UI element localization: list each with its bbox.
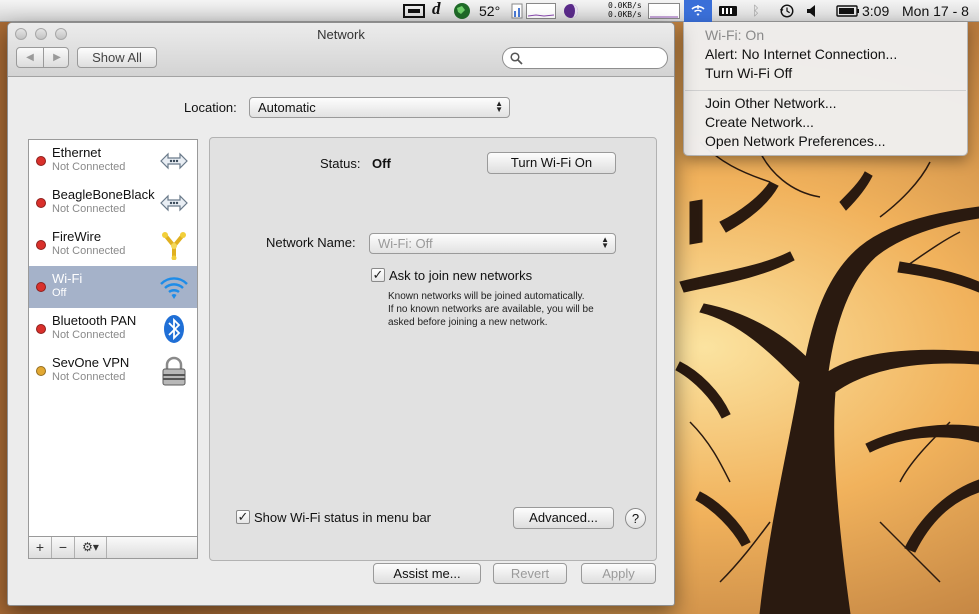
clock-date[interactable]: Mon 17 - 8 — [902, 2, 969, 20]
dictionary-icon[interactable]: d — [432, 0, 441, 18]
alert-no-internet-item[interactable]: Alert: No Internet Connection... — [705, 46, 897, 62]
advanced-button[interactable]: Advanced... — [513, 507, 614, 529]
wifi-icon — [691, 5, 705, 16]
gear-menu-button[interactable]: ⚙▾ — [75, 537, 107, 558]
show-all-button[interactable]: Show All — [77, 47, 157, 68]
service-status: Not Connected — [52, 371, 126, 383]
join-other-network-item[interactable]: Join Other Network... — [705, 95, 837, 111]
add-service-button[interactable]: + — [29, 537, 52, 558]
ethernet-icon — [160, 152, 188, 170]
ask-to-join-note-2: If no known networks are available, you … — [388, 304, 594, 315]
ethernet-icon — [160, 194, 188, 212]
service-item-firewire[interactable]: FireWire Not Connected — [29, 224, 197, 266]
service-name: FireWire — [52, 229, 102, 244]
network-download-speed: 0.0KB/s — [608, 10, 642, 19]
time-machine-icon[interactable] — [778, 3, 796, 19]
create-network-item[interactable]: Create Network... — [705, 114, 814, 130]
search-icon — [510, 52, 523, 65]
help-button[interactable]: ? — [625, 508, 646, 529]
network-preferences-window: Network ◀ ▶ Show All Location: Automatic… — [7, 22, 675, 606]
wifi-dropdown-menu: Wi-Fi: On Alert: No Internet Connection.… — [683, 22, 968, 156]
turn-wifi-on-button[interactable]: Turn Wi-Fi On — [487, 152, 616, 174]
search-field[interactable] — [502, 47, 668, 69]
apply-button[interactable]: Apply — [581, 563, 656, 584]
ask-to-join-checkbox[interactable]: ✓ — [371, 268, 385, 282]
show-wifi-status-checkbox[interactable]: ✓ — [236, 510, 250, 524]
service-status: Off — [52, 287, 67, 299]
service-item-wifi[interactable]: Wi-Fi Off — [29, 266, 197, 308]
ask-to-join-note-3: asked before joining a new network. — [388, 317, 548, 328]
globe-icon[interactable] — [453, 2, 471, 20]
wifi-detail-pane — [209, 137, 657, 561]
remove-service-button[interactable]: − — [52, 537, 75, 558]
service-status: Not Connected — [52, 329, 126, 341]
menu-bar: d 52° 0.0KB/s 0.0KB/s ᛒ 3:09 Mon 17 - 8 — [0, 0, 979, 22]
wifi-icon — [160, 277, 188, 299]
service-name: BeagleBoneBlack — [52, 187, 155, 202]
service-item-beagleboneblack[interactable]: BeagleBoneBlack Not Connected — [29, 182, 197, 224]
network-service-list: Ethernet Not Connected BeagleBoneBlack N… — [28, 139, 198, 537]
status-dot — [36, 240, 46, 250]
network-name-popup[interactable]: Wi-Fi: Off ▲ ▼ — [369, 233, 616, 254]
location-value: Automatic — [258, 100, 316, 115]
status-dot — [36, 282, 46, 292]
status-dot — [36, 198, 46, 208]
ask-to-join-label: Ask to join new networks — [389, 268, 533, 283]
service-item-sevone-vpn[interactable]: SevOne VPN Not Connected — [29, 350, 197, 392]
network-graph-icon[interactable] — [648, 3, 680, 19]
clock-time[interactable]: 3:09 — [862, 2, 889, 20]
ask-to-join-note-1: Known networks will be joined automatica… — [388, 291, 585, 302]
service-list-toolbar: + − ⚙▾ — [28, 537, 198, 559]
window-titlebar: Network ◀ ▶ Show All — [8, 23, 674, 77]
show-wifi-status-label: Show Wi-Fi status in menu bar — [254, 510, 432, 525]
lock-icon — [162, 356, 186, 386]
battery-icon[interactable] — [836, 3, 860, 19]
open-network-preferences-item[interactable]: Open Network Preferences... — [705, 133, 886, 149]
turn-wifi-off-item[interactable]: Turn Wi-Fi Off — [705, 65, 792, 81]
back-forward-control: ◀ ▶ — [16, 47, 69, 68]
battery-meter-icon[interactable] — [718, 3, 740, 19]
bluetooth-icon[interactable]: ᛒ — [752, 2, 760, 20]
status-value: Off — [372, 156, 391, 171]
popup-arrows-icon: ▲ ▼ — [601, 235, 609, 250]
volume-icon[interactable] — [806, 3, 820, 19]
popup-arrows-icon: ▲ ▼ — [495, 99, 503, 114]
service-name: Bluetooth PAN — [52, 313, 137, 328]
menu-separator — [685, 90, 966, 91]
service-status: Not Connected — [52, 203, 126, 215]
cpu-graph-icon[interactable] — [511, 3, 523, 19]
bluetooth-icon — [164, 315, 184, 343]
service-status: Not Connected — [52, 161, 126, 173]
status-label: Status: — [320, 156, 361, 171]
window-title: Network — [317, 27, 365, 42]
memory-graph-icon[interactable] — [526, 3, 556, 19]
display-icon[interactable] — [403, 3, 425, 19]
service-item-bluetooth-pan[interactable]: Bluetooth PAN Not Connected — [29, 308, 197, 350]
status-dot — [36, 324, 46, 334]
network-name-label: Network Name: — [266, 235, 356, 250]
network-speed[interactable]: 0.0KB/s 0.0KB/s — [608, 1, 642, 19]
wifi-status-item: Wi-Fi: On — [705, 27, 765, 43]
forward-button[interactable]: ▶ — [44, 48, 70, 67]
service-item-ethernet[interactable]: Ethernet Not Connected — [29, 140, 197, 182]
firewire-icon — [162, 232, 186, 260]
location-label: Location: — [184, 100, 237, 115]
status-dot — [36, 366, 46, 376]
service-status: Not Connected — [52, 245, 126, 257]
wifi-menu-button[interactable] — [684, 0, 712, 22]
network-name-value: Wi-Fi: Off — [378, 236, 433, 251]
service-name: Ethernet — [52, 145, 102, 160]
assist-me-button[interactable]: Assist me... — [373, 563, 481, 584]
temperature-readout[interactable]: 52° — [479, 2, 500, 20]
network-upload-speed: 0.0KB/s — [608, 1, 642, 10]
status-dot — [36, 156, 46, 166]
service-name: Wi-Fi — [52, 271, 83, 286]
back-button[interactable]: ◀ — [17, 48, 43, 67]
revert-button[interactable]: Revert — [493, 563, 567, 584]
moon-phase-icon[interactable] — [563, 3, 579, 19]
location-popup[interactable]: Automatic ▲ ▼ — [249, 97, 510, 118]
service-name: SevOne VPN — [52, 355, 130, 370]
